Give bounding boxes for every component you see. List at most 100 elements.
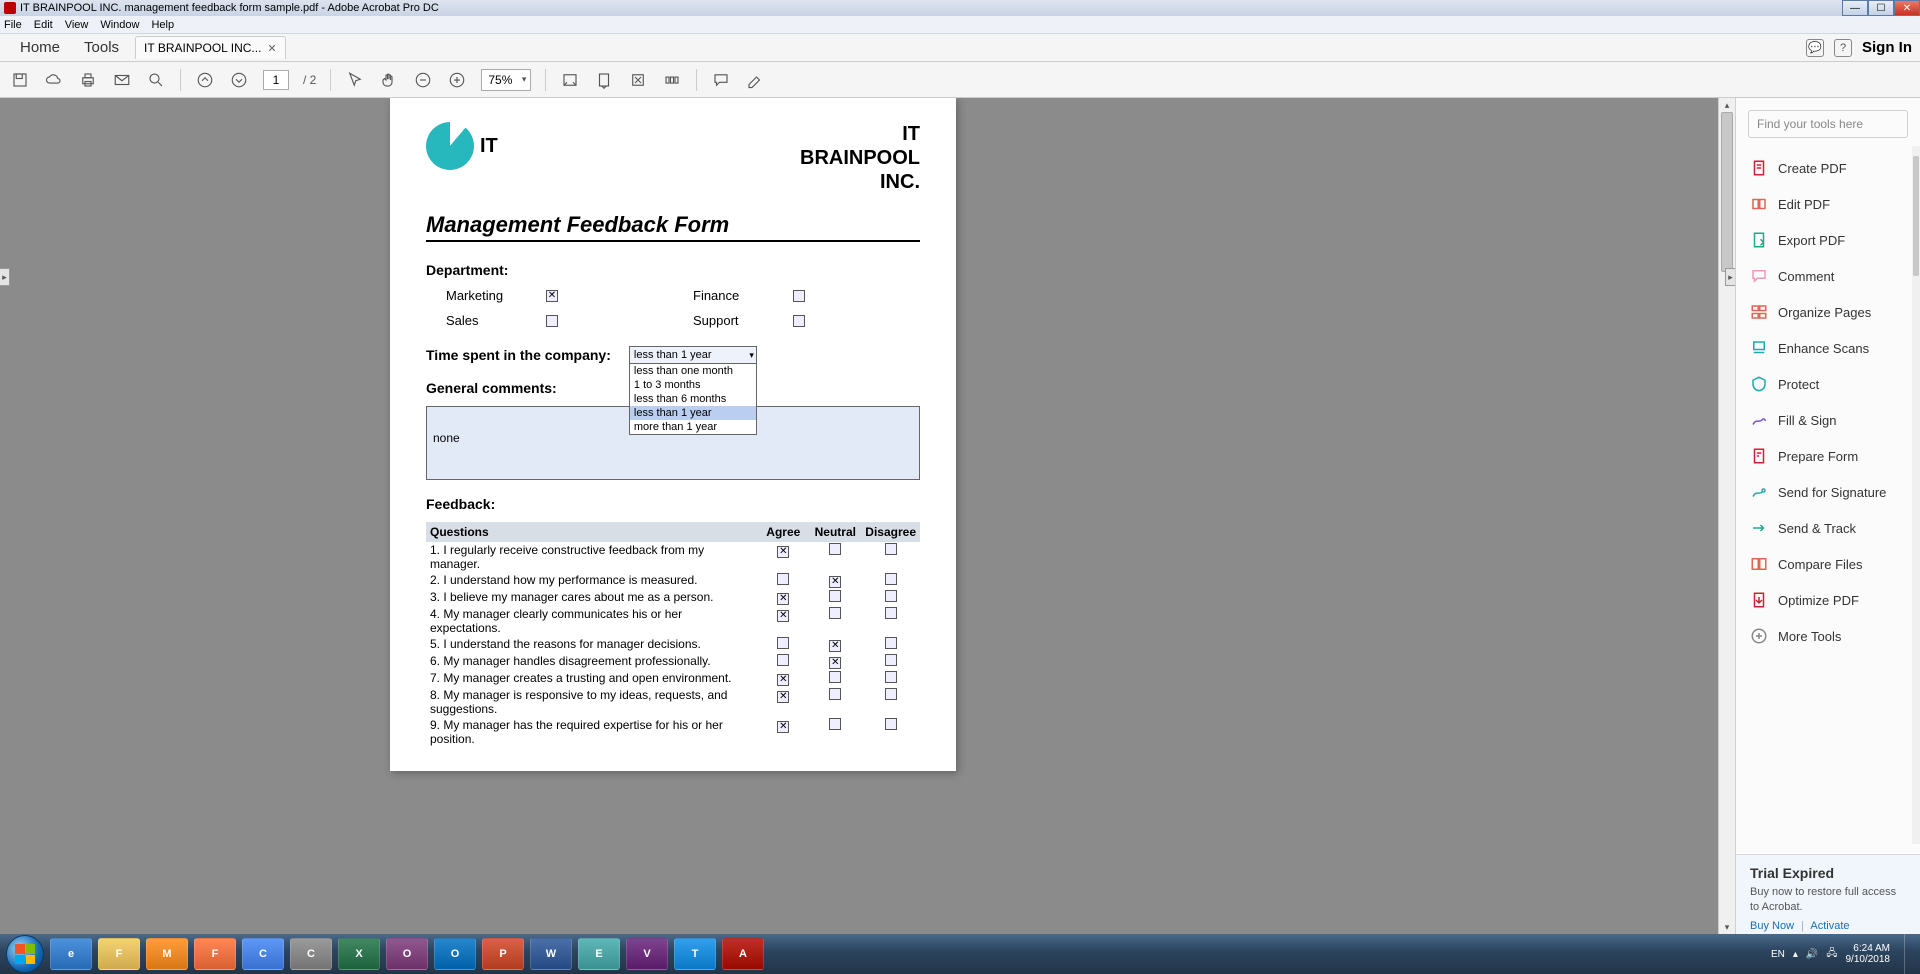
menu-edit[interactable]: Edit [34, 19, 53, 31]
taskbar-app-ed[interactable]: E [578, 938, 620, 970]
scroll-down-icon[interactable]: ▾ [1719, 920, 1735, 934]
zoom-select[interactable]: 75% [481, 69, 531, 91]
email-icon[interactable] [112, 70, 132, 90]
show-desktop-button[interactable] [1904, 934, 1914, 974]
taskbar-app-mp[interactable]: M [146, 938, 188, 970]
checkbox[interactable]: ✕ [829, 640, 841, 652]
tools-link[interactable]: Tools [72, 35, 131, 60]
tool-create-pdf[interactable]: Create PDF [1736, 150, 1920, 186]
tool-compare-files[interactable]: Compare Files [1736, 546, 1920, 582]
menu-window[interactable]: Window [100, 19, 139, 31]
checkbox[interactable] [829, 607, 841, 619]
checkbox[interactable] [885, 654, 897, 666]
checkbox[interactable]: ✕ [777, 593, 789, 605]
taskbar-app-on[interactable]: O [386, 938, 428, 970]
checkbox[interactable] [829, 688, 841, 700]
taskbar-app-ol[interactable]: O [434, 938, 476, 970]
checkbox-marketing[interactable]: ✕ [546, 290, 558, 302]
taskbar-app-ie[interactable]: e [50, 938, 92, 970]
tools-search-input[interactable]: Find your tools here [1748, 110, 1908, 138]
checkbox[interactable] [885, 688, 897, 700]
home-link[interactable]: Home [8, 35, 72, 60]
checkbox[interactable]: ✕ [829, 657, 841, 669]
tool-edit-pdf[interactable]: Edit PDF [1736, 186, 1920, 222]
nav-pane-toggle[interactable]: ▸ [0, 268, 10, 286]
checkbox[interactable] [829, 718, 841, 730]
fit-width-icon[interactable] [560, 70, 580, 90]
pointer-icon[interactable] [345, 70, 365, 90]
tool-organize-pages[interactable]: Organize Pages [1736, 294, 1920, 330]
start-button[interactable] [6, 935, 44, 973]
taskbar-app-co[interactable]: C [290, 938, 332, 970]
checkbox[interactable] [777, 654, 789, 666]
checkbox[interactable]: ✕ [777, 721, 789, 733]
menu-view[interactable]: View [65, 19, 89, 31]
activate-link[interactable]: Activate [1810, 920, 1849, 932]
print-icon[interactable] [78, 70, 98, 90]
page-up-icon[interactable] [195, 70, 215, 90]
tool-more-tools[interactable]: More Tools [1736, 618, 1920, 654]
search-icon[interactable] [146, 70, 166, 90]
taskbar-app-vs[interactable]: V [626, 938, 668, 970]
tools-pane-toggle[interactable]: ▸ [1725, 268, 1735, 286]
checkbox[interactable] [777, 637, 789, 649]
language-indicator[interactable]: EN [1771, 949, 1785, 960]
menu-help[interactable]: Help [151, 19, 174, 31]
taskbar-app-pp[interactable]: P [482, 938, 524, 970]
vertical-scrollbar[interactable]: ▴ ▾ [1718, 98, 1735, 934]
rotate-icon[interactable] [628, 70, 648, 90]
checkbox[interactable] [885, 637, 897, 649]
checkbox-sales[interactable] [546, 315, 558, 327]
taskbar-app-fe[interactable]: F [98, 938, 140, 970]
taskbar-app-ff[interactable]: F [194, 938, 236, 970]
zoom-out-icon[interactable] [413, 70, 433, 90]
taskbar-app-tv[interactable]: T [674, 938, 716, 970]
time-dropdown[interactable]: less than 1 year [629, 346, 757, 364]
checkbox[interactable] [885, 607, 897, 619]
scrollbar-thumb[interactable] [1721, 112, 1733, 272]
close-tab-icon[interactable]: ✕ [267, 42, 276, 55]
checkbox[interactable] [885, 590, 897, 602]
checkbox[interactable] [885, 671, 897, 683]
taskbar-app-wd[interactable]: W [530, 938, 572, 970]
scroll-icon[interactable] [662, 70, 682, 90]
comment-bubble-icon[interactable] [711, 70, 731, 90]
checkbox[interactable] [885, 573, 897, 585]
tool-optimize-pdf[interactable]: Optimize PDF [1736, 582, 1920, 618]
tools-pane-scrollbar[interactable] [1912, 146, 1920, 844]
notifications-icon[interactable]: 💬 [1806, 39, 1824, 57]
checkbox[interactable] [777, 573, 789, 585]
page-down-icon[interactable] [229, 70, 249, 90]
minimize-button[interactable]: — [1842, 0, 1868, 16]
maximize-button[interactable]: ☐ [1868, 0, 1894, 16]
taskbar-app-ch[interactable]: C [242, 938, 284, 970]
save-icon[interactable] [10, 70, 30, 90]
cloud-icon[interactable] [44, 70, 64, 90]
tray-up-icon[interactable]: ▴ [1793, 949, 1798, 960]
volume-icon[interactable]: 🔊 [1806, 949, 1818, 960]
tool-send-for-signature[interactable]: Send for Signature [1736, 474, 1920, 510]
dropdown-option[interactable]: 1 to 3 months [630, 378, 756, 392]
checkbox[interactable]: ✕ [777, 610, 789, 622]
signin-button[interactable]: Sign In [1862, 39, 1912, 56]
checkbox[interactable] [829, 671, 841, 683]
hand-icon[interactable] [379, 70, 399, 90]
dropdown-option-highlighted[interactable]: less than 1 year [630, 406, 756, 420]
tool-send-track[interactable]: Send & Track [1736, 510, 1920, 546]
zoom-in-icon[interactable] [447, 70, 467, 90]
checkbox[interactable] [885, 543, 897, 555]
tool-fill-sign[interactable]: Fill & Sign [1736, 402, 1920, 438]
close-button[interactable]: ✕ [1894, 0, 1920, 16]
taskbar-app-xl[interactable]: X [338, 938, 380, 970]
taskbar-app-ac[interactable]: A [722, 938, 764, 970]
checkbox[interactable] [829, 543, 841, 555]
tool-comment[interactable]: Comment [1736, 258, 1920, 294]
network-icon[interactable]: 🖧 [1826, 946, 1837, 963]
tool-protect[interactable]: Protect [1736, 366, 1920, 402]
scroll-up-icon[interactable]: ▴ [1719, 98, 1735, 112]
fit-page-icon[interactable] [594, 70, 614, 90]
checkbox[interactable] [829, 590, 841, 602]
checkbox-finance[interactable] [793, 290, 805, 302]
document-viewport[interactable]: ▸ IT IT BRAINPOOL INC. Management Feedba… [0, 98, 1735, 934]
help-icon[interactable]: ? [1834, 39, 1852, 57]
